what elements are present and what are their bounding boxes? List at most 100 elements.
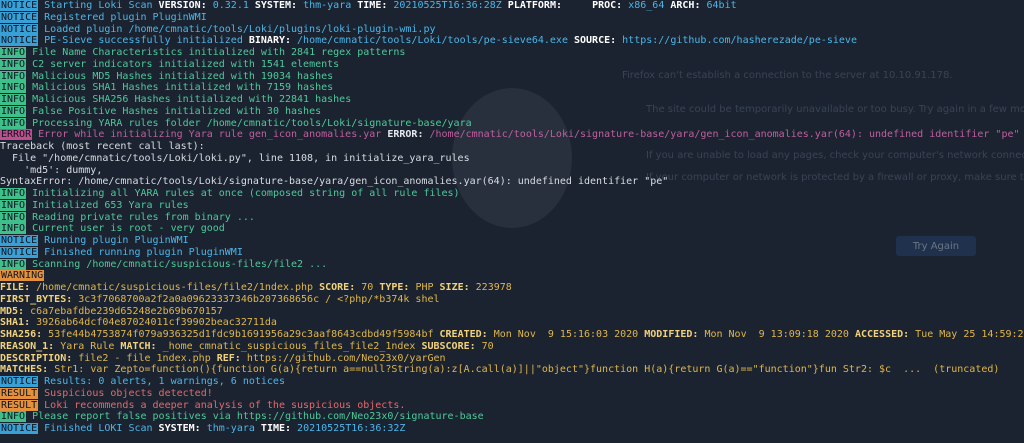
log-text: SyntaxError: /home/cmnatic/tools/Loki/si… — [0, 176, 669, 188]
log-key: FILE: — [0, 282, 31, 293]
log-level-badge-warning: WARNING — [0, 270, 45, 282]
log-text: 70 — [355, 282, 380, 293]
log-text: Running plugin PluginWMI — [44, 235, 189, 246]
log-text: 223978 — [469, 282, 512, 293]
log-key: MD5: — [0, 305, 25, 317]
terminal-line: NOTICE Running plugin PluginWMI — [0, 235, 1024, 247]
log-text: Results: 0 alerts, 1 warnings, 6 notices — [44, 376, 285, 387]
terminal-output[interactable]: NOTICE Starting Loki Scan VERSION: 0.32.… — [0, 0, 1024, 443]
log-text: Loki recommends a deeper analysis of the… — [44, 399, 406, 411]
terminal-line: FIRST_BYTES: 3c3f7068700a2f2a0a096233373… — [0, 294, 1024, 306]
log-text: file2 - file 1ndex.php — [72, 352, 217, 364]
log-text: Current user is root - very good — [32, 223, 225, 235]
log-key: SCORE: — [319, 282, 356, 293]
log-text: Traceback (most recent call last): — [0, 141, 205, 152]
log-text: 70 — [475, 340, 494, 352]
log-text: Finished running plugin PluginWMI — [44, 246, 243, 258]
log-text: x86_64 — [622, 0, 671, 11]
log-text: Malicious SHA1 Hashes initialized with 7… — [32, 82, 334, 94]
log-level-badge-notice: NOTICE — [0, 423, 39, 434]
log-level-badge-notice: NOTICE — [0, 235, 39, 246]
log-level-badge-info: INFO — [0, 47, 27, 58]
terminal-line: SyntaxError: /home/cmnatic/tools/Loki/si… — [0, 176, 1024, 188]
terminal-line: RESULT Loki recommends a deeper analysis… — [0, 399, 1024, 412]
log-level-badge-info: INFO — [0, 411, 27, 423]
log-text: Mon Nov 9 15:16:03 2020 — [487, 329, 645, 340]
log-key: VERSION: — [158, 0, 207, 11]
log-text: Reading private rules from binary ... — [32, 211, 255, 223]
log-text: Processing YARA rules folder /home/cmnat… — [32, 117, 472, 129]
terminal-line: SHA256: 53fe44b4753874f079a936325d1fdc9b… — [0, 329, 1024, 341]
terminal-line: NOTICE Finished running plugin PluginWMI — [0, 246, 1024, 259]
log-key: FIRST_BYTES: — [0, 293, 73, 305]
log-key: TYPE: — [379, 282, 410, 293]
log-text: Please report false positives via https:… — [32, 411, 484, 423]
log-text: Registered plugin PluginWMI — [44, 11, 207, 23]
log-level-badge-info: INFO — [0, 258, 27, 270]
log-text: c6a7ebafdbe239d65248e2b69b670157 — [24, 305, 223, 317]
log-text: Loaded plugin /home/cmnatic/tools/Loki/p… — [44, 23, 436, 35]
log-level-badge-info: INFO — [0, 223, 27, 235]
log-key: ARCH: — [670, 0, 701, 11]
terminal-line: INFO File Name Characteristics initializ… — [0, 47, 1024, 59]
log-key: REF: — [216, 352, 241, 364]
log-text: 20210525T16:36:32Z — [291, 423, 406, 434]
log-level-badge-info: INFO — [0, 188, 27, 199]
log-key: SHA1: — [0, 317, 31, 329]
log-level-badge-notice: NOTICE — [0, 376, 39, 387]
terminal-line: INFO Reading private rules from binary .… — [0, 211, 1024, 224]
log-key: MODIFIED: — [644, 329, 699, 340]
log-text: Initialized 653 Yara rules — [32, 199, 189, 211]
log-text: 64bit — [700, 0, 737, 11]
terminal-line: File "/home/cmnatic/tools/Loki/loki.py",… — [0, 153, 1024, 165]
terminal-line: SHA1: 3926ab64dcf04e87024011cf39902beac3… — [0, 317, 1024, 329]
terminal-line: INFO Initialized 653 Yara rules — [0, 199, 1024, 212]
log-level-badge-notice: NOTICE — [0, 246, 39, 258]
log-text: /home/cmnatic/suspicious-files/file2/1nd… — [30, 282, 320, 293]
log-text: thm-yara — [297, 0, 358, 11]
terminal-line: NOTICE Starting Loki Scan VERSION: 0.32.… — [0, 0, 1024, 12]
log-key: SYSTEM: — [158, 423, 201, 434]
log-level-badge-notice: NOTICE — [0, 35, 39, 47]
log-key: ERROR: — [387, 129, 424, 141]
terminal-line: NOTICE Registered plugin PluginWMI — [0, 11, 1024, 24]
log-level-badge-info: INFO — [0, 82, 27, 94]
log-text: PHP — [409, 282, 440, 293]
log-key: ACCESSED: — [854, 329, 910, 340]
log-text: Yara Rule — [54, 340, 121, 352]
log-text: Scanning /home/cmnatic/suspicious-files/… — [32, 258, 328, 270]
log-level-badge-info: INFO — [0, 211, 27, 223]
terminal-line: NOTICE Finished LOKI Scan SYSTEM: thm-ya… — [0, 423, 1024, 435]
log-level-badge-notice: NOTICE — [0, 0, 39, 11]
terminal-line: INFO Current user is root - very good — [0, 223, 1024, 235]
terminal-line: INFO False Positive Hashes initialized w… — [0, 105, 1024, 118]
log-text: Malicious SHA256 Hashes initialized with… — [32, 94, 352, 105]
terminal-line: RESULT Suspicious objects detected! — [0, 387, 1024, 400]
terminal-line: INFO Initializing all YARA rules at once… — [0, 188, 1024, 200]
terminal-line: MATCHES: Str1: var Zepto=function(){func… — [0, 364, 1024, 376]
log-text: /home/cmnatic/tools/Loki/tools/pe-sieve6… — [291, 35, 574, 47]
log-text: thm-yara — [200, 423, 261, 434]
log-level-badge-result: RESULT — [0, 399, 39, 411]
terminal-line: DESCRIPTION: file2 - file 1ndex.php REF:… — [0, 353, 1024, 365]
log-text: 3926ab64dcf04e87024011cf39902beac32711da — [30, 317, 277, 329]
terminal-line: ERROR Error while initializing Yara rule… — [0, 129, 1024, 141]
log-level-badge-error: ERROR — [0, 129, 33, 141]
log-key: SUBSCORE: — [421, 340, 476, 352]
log-text: PE-Sieve successfully initialized — [44, 35, 249, 47]
terminal-line: REASON_1: Yara Rule MATCH: _home_cmnatic… — [0, 341, 1024, 353]
log-level-badge-info: INFO — [0, 58, 27, 70]
log-text: 53fe44b4753874f079a936325d1fdc9b1691956a… — [42, 329, 440, 340]
log-text: Tue May 25 14:59:22 2021 — [915, 329, 1024, 340]
terminal-line: NOTICE Loaded plugin /home/cmnatic/tools… — [0, 23, 1024, 36]
log-key: PLATFORM: — [507, 0, 562, 11]
log-key: CREATED: — [439, 329, 488, 340]
log-text: C2 server indicators initialized with 15… — [32, 58, 340, 70]
log-key: BINARY: — [248, 35, 292, 47]
log-text: File "/home/cmnatic/tools/Loki/loki.py",… — [0, 152, 470, 164]
log-key: PROC: — [592, 0, 623, 11]
terminal-line: FILE: /home/cmnatic/suspicious-files/fil… — [0, 282, 1024, 294]
log-text: 0.32.1 — [206, 0, 255, 11]
log-level-badge-info: INFO — [0, 70, 27, 82]
log-key: SOURCE: — [573, 35, 617, 47]
